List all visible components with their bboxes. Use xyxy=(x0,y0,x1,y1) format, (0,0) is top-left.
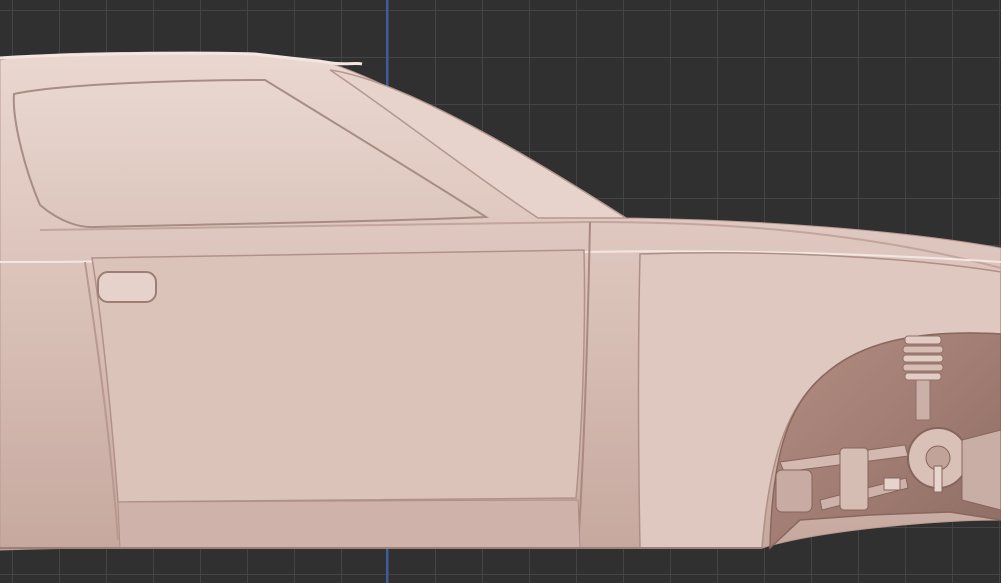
door-panel xyxy=(91,249,586,503)
car-model[interactable] xyxy=(0,0,1001,583)
3d-viewport[interactable] xyxy=(0,0,1001,583)
door-handle[interactable] xyxy=(97,271,157,303)
rocker-panel xyxy=(117,499,581,549)
